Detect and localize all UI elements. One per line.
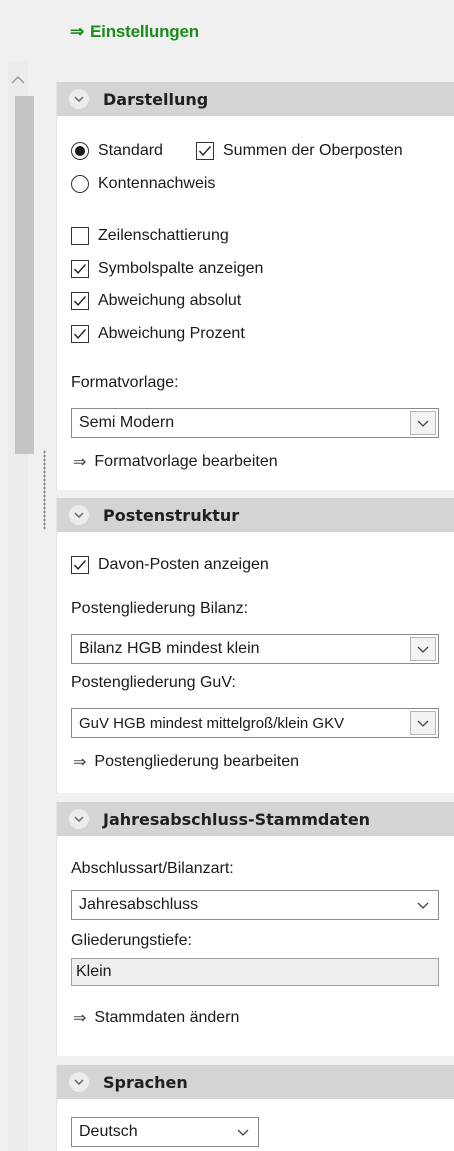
gliederungstiefe-value: Klein bbox=[76, 963, 112, 980]
dropdown-button[interactable] bbox=[230, 1120, 256, 1144]
dropdown-button[interactable] bbox=[410, 411, 436, 435]
scroll-thumb[interactable] bbox=[15, 96, 34, 454]
stammdaten-edit-link[interactable]: ⇒ Stammdaten ändern bbox=[73, 1008, 239, 1028]
checkbox-davon-posten[interactable]: Davon-Posten anzeigen bbox=[71, 556, 269, 574]
chevron-down-icon bbox=[417, 646, 429, 653]
checkbox-symbol-label: Symbolspalte anzeigen bbox=[98, 260, 264, 277]
chevron-down-icon bbox=[417, 902, 429, 909]
formatvorlage-edit-label: Formatvorlage bearbeiten bbox=[94, 453, 278, 470]
checkbox-abweichung-absolut[interactable]: Abweichung absolut bbox=[71, 292, 241, 310]
dropdown-button[interactable] bbox=[410, 711, 436, 735]
gliederungstiefe-field: Klein bbox=[71, 958, 439, 986]
panel-stammdaten: Jahresabschluss-Stammdaten Abschlussart/… bbox=[56, 802, 454, 1056]
abschlussart-select[interactable]: Jahresabschluss bbox=[71, 890, 439, 920]
radio-kontennachweis-label: Kontennachweis bbox=[98, 175, 216, 192]
chevron-down-icon bbox=[417, 720, 429, 727]
abschlussart-label: Abschlussart/Bilanzart: bbox=[71, 860, 234, 877]
panel-header-sprachen[interactable]: Sprachen bbox=[57, 1065, 454, 1099]
radio-button[interactable] bbox=[71, 142, 89, 160]
bilanz-select[interactable]: Bilanz HGB mindest klein bbox=[71, 634, 439, 664]
checkbox-davon-label: Davon-Posten anzeigen bbox=[98, 556, 269, 573]
check-icon bbox=[73, 560, 87, 571]
panel-title: Darstellung bbox=[103, 89, 209, 109]
radio-standard-label: Standard bbox=[98, 142, 163, 159]
stammdaten-edit-label: Stammdaten ändern bbox=[94, 1009, 240, 1026]
language-select[interactable]: Deutsch bbox=[71, 1117, 259, 1147]
dropdown-button[interactable] bbox=[410, 637, 436, 661]
panel-postenstruktur: Postenstruktur Davon-Posten anzeigen Pos… bbox=[56, 498, 454, 793]
panel-header-darstellung[interactable]: Darstellung bbox=[57, 82, 454, 116]
checkbox-abw-proz-label: Abweichung Prozent bbox=[98, 325, 245, 342]
splitter-handle[interactable] bbox=[43, 450, 46, 530]
panel-header-stammdaten[interactable]: Jahresabschluss-Stammdaten bbox=[57, 802, 454, 836]
chevron-down-icon[interactable] bbox=[69, 505, 89, 525]
checkbox-zeilenschattierung[interactable]: Zeilenschattierung bbox=[71, 227, 229, 245]
checkbox[interactable] bbox=[71, 292, 89, 310]
check-icon bbox=[73, 329, 87, 340]
checkbox[interactable] bbox=[196, 142, 214, 160]
formatvorlage-value: Semi Modern bbox=[79, 414, 175, 431]
chevron-down-icon[interactable] bbox=[69, 1072, 89, 1092]
checkbox[interactable] bbox=[71, 260, 89, 278]
settings-link[interactable]: ⇒ Einstellungen bbox=[70, 22, 199, 42]
chevron-down-icon[interactable] bbox=[69, 809, 89, 829]
chevron-up-icon bbox=[11, 75, 25, 84]
checkbox-abw-abs-label: Abweichung absolut bbox=[98, 292, 242, 309]
panel-darstellung: Darstellung Standard Summen der Oberpost… bbox=[56, 82, 454, 490]
radio-kontennachweis[interactable]: Kontennachweis bbox=[71, 175, 215, 193]
dropdown-button[interactable] bbox=[410, 893, 436, 917]
panel-title: Sprachen bbox=[103, 1072, 188, 1092]
checkbox-summen-label: Summen der Oberposten bbox=[223, 142, 403, 159]
settings-link-label: Einstellungen bbox=[90, 22, 199, 41]
postengliederung-edit-label: Postengliederung bearbeiten bbox=[94, 753, 300, 770]
checkbox[interactable] bbox=[71, 325, 89, 343]
checkbox[interactable] bbox=[71, 556, 89, 574]
arrow-right-icon: ⇒ bbox=[73, 1010, 87, 1027]
formatvorlage-label: Formatvorlage: bbox=[71, 374, 179, 391]
language-value: Deutsch bbox=[79, 1123, 138, 1140]
radio-standard[interactable]: Standard bbox=[71, 142, 163, 160]
panel-title: Jahresabschluss-Stammdaten bbox=[103, 809, 371, 829]
arrow-right-icon: ⇒ bbox=[70, 22, 85, 41]
scroll-up-button[interactable] bbox=[8, 62, 28, 96]
formatvorlage-edit-link[interactable]: ⇒ Formatvorlage bearbeiten bbox=[73, 452, 278, 472]
panel-title: Postenstruktur bbox=[103, 505, 240, 525]
check-icon bbox=[198, 146, 212, 157]
gliederungstiefe-label: Gliederungstiefe: bbox=[71, 932, 192, 949]
checkbox-summen[interactable]: Summen der Oberposten bbox=[196, 142, 403, 160]
bilanz-value: Bilanz HGB mindest klein bbox=[79, 640, 260, 657]
chevron-down-icon bbox=[417, 420, 429, 427]
postengliederung-edit-link[interactable]: ⇒ Postengliederung bearbeiten bbox=[73, 752, 299, 772]
guv-label: Postengliederung GuV: bbox=[71, 674, 236, 691]
chevron-down-icon bbox=[237, 1129, 249, 1136]
formatvorlage-select[interactable]: Semi Modern bbox=[71, 408, 439, 438]
radio-button[interactable] bbox=[71, 175, 89, 193]
panel-header-postenstruktur[interactable]: Postenstruktur bbox=[57, 498, 454, 532]
abschlussart-value: Jahresabschluss bbox=[79, 896, 199, 913]
checkbox-abweichung-prozent[interactable]: Abweichung Prozent bbox=[71, 325, 245, 343]
check-icon bbox=[73, 296, 87, 307]
chevron-down-icon[interactable] bbox=[69, 89, 89, 109]
guv-value: GuV HGB mindest mittelgroß/klein GKV bbox=[79, 714, 345, 732]
arrow-right-icon: ⇒ bbox=[73, 454, 87, 471]
guv-select[interactable]: GuV HGB mindest mittelgroß/klein GKV bbox=[71, 708, 439, 738]
bilanz-label: Postengliederung Bilanz: bbox=[71, 600, 249, 617]
panel-sprachen: Sprachen Deutsch bbox=[56, 1065, 454, 1151]
arrow-right-icon: ⇒ bbox=[73, 754, 87, 771]
checkbox-zeilen-label: Zeilenschattierung bbox=[98, 227, 229, 244]
check-icon bbox=[73, 264, 87, 275]
checkbox[interactable] bbox=[71, 227, 89, 245]
checkbox-symbolspalte[interactable]: Symbolspalte anzeigen bbox=[71, 260, 263, 278]
